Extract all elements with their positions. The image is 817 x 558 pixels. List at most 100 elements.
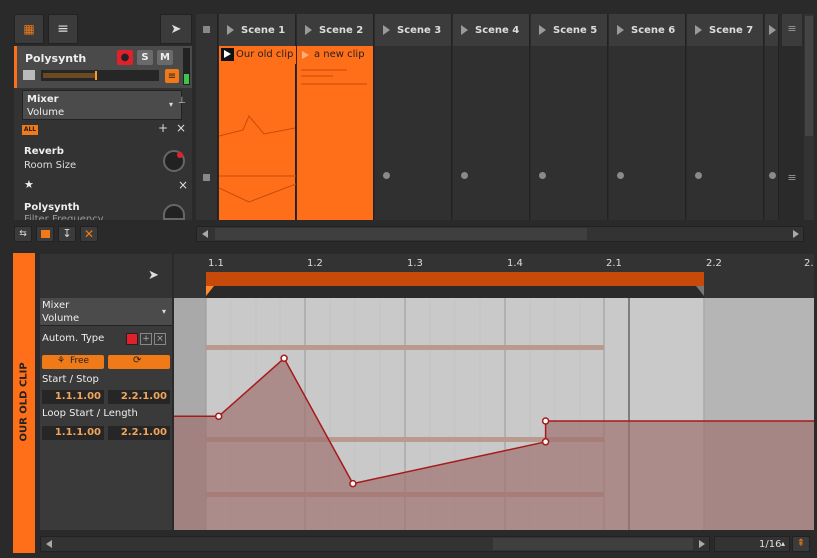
close-icon[interactable]: × [176,121,186,135]
scene-header[interactable]: Scene 4 [453,14,530,46]
close-icon[interactable]: × [178,178,188,192]
insert-button[interactable]: ↧ [58,226,76,242]
loop-length-field[interactable]: 2.2.1.00 [108,426,170,440]
clip-slot[interactable] [609,46,686,220]
loop-start-marker[interactable] [206,286,214,296]
play-icon [461,25,468,35]
record-slot-dot [695,172,702,179]
equals-icon: ≡ [167,70,177,82]
filter-frequency-knob[interactable] [163,204,185,220]
loop-end-marker[interactable] [696,286,704,296]
play-icon [539,25,546,35]
play-icon [227,25,234,35]
loop-bar[interactable] [206,286,704,298]
automation-point[interactable] [349,479,357,488]
scene-header[interactable]: Scene 7 [687,14,764,46]
loop-region[interactable] [206,272,704,286]
automation-editor[interactable] [174,298,814,530]
record-slot-dot [461,172,468,179]
start-field[interactable]: 1.1.1.00 [42,390,104,404]
delete-button[interactable]: ✕ [80,226,98,242]
scene-list-icon[interactable]: ≡ [782,168,802,188]
pointer-tool-button[interactable]: ➤ [160,14,192,44]
autom-type-hold-button[interactable] [126,333,138,345]
automation-point[interactable] [214,412,223,421]
toggle-clip-view-button[interactable] [36,226,54,242]
mixer-param: Volume [27,107,65,118]
grid-view-button[interactable]: ▦ [14,14,44,44]
grid-resolution-selector[interactable]: 1/16 ▴ [714,536,790,552]
vertical-scrollbar[interactable] [804,14,814,220]
piano-icon [23,70,35,80]
mute-button[interactable]: M [157,50,173,65]
pin-icon[interactable]: ⊥ [178,96,186,106]
clip-header: Our old clip [219,46,296,64]
loop-icon: ⟳ [133,355,142,366]
toggle-io-button[interactable]: ⇆ [14,226,32,242]
stop-icon[interactable] [203,26,210,33]
automation-point[interactable] [280,354,288,363]
record-arm-button[interactable]: ● [117,50,133,65]
scene-header[interactable]: Scene 2 [297,14,374,46]
scroll-thumb[interactable] [215,228,587,240]
clip-slot[interactable] [531,46,608,220]
volume-slider[interactable] [41,70,159,81]
scene-header[interactable] [765,14,779,46]
clip-vertical-tab[interactable]: OUR OLD CLIP [13,253,35,553]
snap-toggle-button[interactable]: ⇞ [792,536,810,552]
room-size-knob[interactable] [163,150,185,172]
add-param-icon[interactable]: + [158,121,168,135]
mixer-selector[interactable]: Mixer Volume ▾ [22,90,182,120]
clip-slot[interactable] [375,46,452,220]
stop-field[interactable]: 2.2.1.00 [108,390,170,404]
ruler-mark: 2.2 [706,258,722,269]
automation-point[interactable] [541,438,550,446]
clip-slot[interactable] [453,46,530,220]
clip-slot[interactable] [687,46,764,220]
scroll-thumb[interactable] [805,16,813,136]
scroll-thumb[interactable] [493,538,693,550]
ruler-mark: 2.1 [606,258,622,269]
automation-canvas[interactable] [174,298,814,530]
start-stop-label: Start / Stop [42,374,99,385]
chevron-down-icon: ▾ [169,100,174,109]
loop-start-field[interactable]: 1.1.1.00 [42,426,104,440]
editor-toolbar: ➤ [40,254,172,298]
scene-header[interactable]: Scene 6 [609,14,686,46]
autom-type-add-button[interactable]: + [140,333,152,345]
clip-slot[interactable]: Our old clip [219,46,296,220]
free-button[interactable]: ⚘ Free [42,355,104,369]
automation-target-selector[interactable]: Mixer Volume ▾ [40,298,172,326]
scene-header[interactable]: Scene 1 [219,14,296,46]
timeline-ruler[interactable]: 1.1 1.2 1.3 1.4 2.1 2.2 2. [174,254,814,298]
editor-horizontal-scrollbar[interactable] [40,536,710,552]
stop-icon[interactable] [203,174,210,181]
clip-slot[interactable] [765,46,779,220]
scene-header[interactable]: Scene 5 [531,14,608,46]
scene-label: Scene 4 [475,24,520,36]
solo-button[interactable]: S [137,50,153,65]
menu-button[interactable]: ≡ [48,14,78,44]
menu-icon: ≡ [57,21,69,37]
star-icon[interactable]: ★ [24,178,34,191]
ruler-mark: 2. [804,258,814,269]
chain-all-badge[interactable]: ALL [22,125,38,135]
track-header[interactable]: Polysynth ● S M ≡ [14,46,192,88]
target-param: Volume [42,313,80,324]
loop-toggle-button[interactable]: ⟳ [108,355,170,369]
scene-list-icon[interactable]: ≡ [782,14,802,46]
target-device: Mixer [42,300,70,311]
record-icon: ● [120,52,130,63]
running-icon: ⚘ [57,356,66,366]
autom-type-remove-button[interactable]: × [154,333,166,345]
scene-header[interactable]: Scene 3 [375,14,452,46]
mixer-title: Mixer [27,94,59,105]
horizontal-scrollbar[interactable] [196,226,804,242]
clip-content-preview [301,69,367,85]
pointer-icon[interactable]: ➤ [148,268,159,283]
track-menu-button[interactable]: ≡ [165,69,179,83]
clip-slot[interactable]: a new clip [297,46,374,220]
clip-tab-label: OUR OLD CLIP [18,362,30,442]
clip-playing-indicator [221,48,234,61]
automation-point[interactable] [541,417,550,425]
